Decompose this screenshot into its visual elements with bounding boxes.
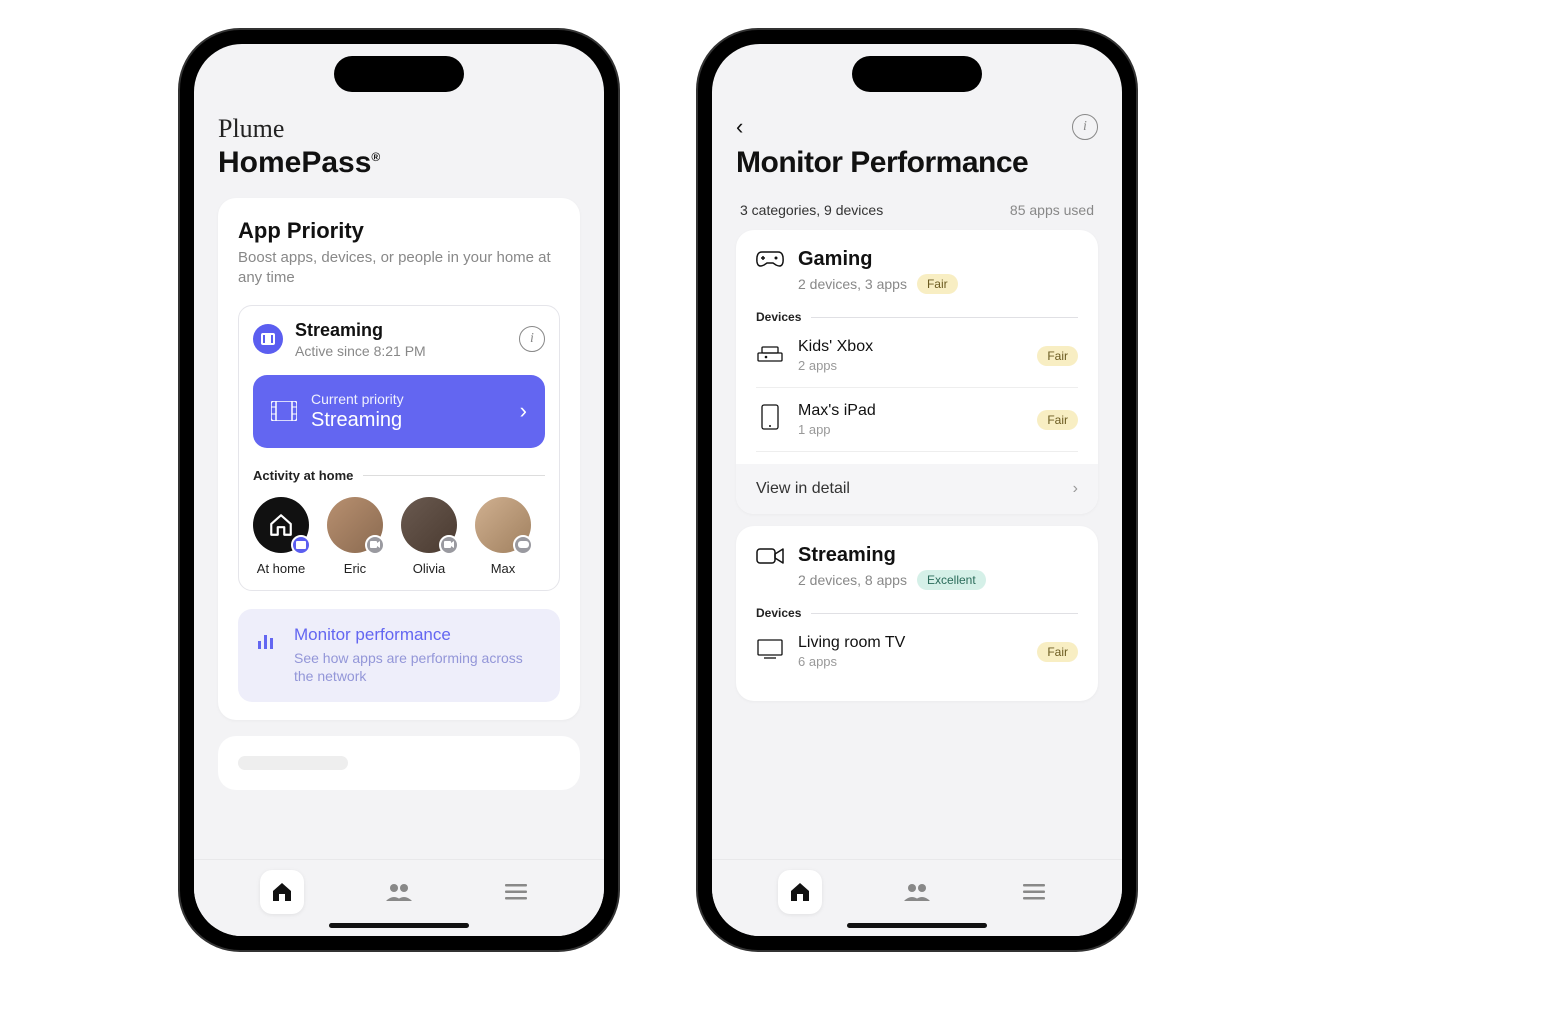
devices-label: Devices	[756, 310, 1078, 324]
gamepad-badge-icon	[513, 535, 533, 555]
person-name: Eric	[344, 561, 366, 576]
phone-frame-right: ‹ i Monitor Performance 3 categories, 9 …	[698, 30, 1136, 950]
people-icon	[386, 883, 412, 901]
streaming-card: Streaming 2 devices, 8 apps Excellent De…	[736, 526, 1098, 701]
category-sub: 2 devices, 8 apps	[798, 572, 907, 588]
device-name: Living room TV	[798, 634, 905, 652]
person-olivia[interactable]: Olivia	[401, 497, 457, 576]
film-icon	[271, 401, 297, 421]
home-avatar	[253, 497, 309, 553]
priority-value: Streaming	[311, 409, 404, 432]
menu-icon	[1023, 884, 1045, 900]
status-badge: Fair	[917, 274, 958, 294]
person-name: Max	[491, 561, 516, 576]
tab-menu[interactable]	[1012, 870, 1056, 914]
screen-left: Plume HomePass® App Priority Boost apps,…	[194, 44, 604, 936]
video-icon	[756, 546, 784, 566]
category-sub: 2 devices, 3 apps	[798, 276, 907, 292]
tablet-icon	[756, 404, 784, 435]
tv-icon	[756, 638, 784, 665]
monitor-sub: See how apps are performing across the n…	[294, 649, 542, 687]
gamepad-icon	[756, 250, 784, 268]
skeleton-card	[218, 736, 580, 790]
home-icon	[788, 880, 812, 904]
view-detail-label: View in detail	[756, 480, 850, 498]
avatar	[327, 497, 383, 553]
status-badge: Fair	[1037, 410, 1078, 430]
phone-frame-left: Plume HomePass® App Priority Boost apps,…	[180, 30, 618, 950]
home-indicator	[847, 923, 987, 928]
brand-product: HomePass®	[218, 146, 580, 180]
category-title: Gaming	[798, 248, 958, 271]
people-icon	[904, 883, 930, 901]
device-sub: 2 apps	[798, 358, 873, 373]
tab-home[interactable]	[260, 870, 304, 914]
camera-badge-icon	[365, 535, 385, 555]
card-title: App Priority	[238, 218, 560, 244]
home-icon	[270, 880, 294, 904]
status-badge: Excellent	[917, 570, 986, 590]
console-icon	[756, 343, 784, 368]
registered-mark: ®	[371, 150, 380, 164]
device-name: Max's iPad	[798, 402, 876, 420]
info-icon[interactable]: i	[519, 326, 545, 352]
brand-product-text: HomePass	[218, 146, 371, 179]
home-icon	[268, 512, 294, 538]
person-name: Olivia	[413, 561, 446, 576]
device-sub: 6 apps	[798, 654, 905, 669]
current-priority-button[interactable]: Current priority Streaming ›	[253, 375, 545, 448]
streaming-sub: Active since 8:21 PM	[295, 343, 426, 359]
tab-people[interactable]	[895, 870, 939, 914]
tab-people[interactable]	[377, 870, 421, 914]
chevron-right-icon: ›	[1073, 480, 1078, 498]
status-badge: Fair	[1037, 642, 1078, 662]
person-name: At home	[257, 561, 305, 576]
camera-badge-icon	[439, 535, 459, 555]
monitor-performance-link[interactable]: Monitor performance See how apps are per…	[238, 609, 560, 703]
streaming-title: Streaming	[295, 320, 426, 341]
card-subtitle: Boost apps, devices, or people in your h…	[238, 248, 560, 289]
view-in-detail-button[interactable]: View in detail ›	[736, 464, 1098, 514]
person-eric[interactable]: Eric	[327, 497, 383, 576]
info-icon[interactable]: i	[1072, 114, 1098, 140]
chevron-right-icon: ›	[520, 398, 527, 424]
activity-label: Activity at home	[253, 468, 545, 483]
device-row-tv[interactable]: Living room TV 6 apps Fair	[756, 620, 1078, 683]
device-name: Kids' Xbox	[798, 338, 873, 356]
devices-label: Devices	[756, 606, 1078, 620]
tab-home[interactable]	[778, 870, 822, 914]
skeleton-line	[238, 756, 348, 770]
notch	[852, 56, 982, 92]
gaming-card: Gaming 2 devices, 3 apps Fair Devices Ki…	[736, 230, 1098, 514]
device-sub: 1 app	[798, 422, 876, 437]
categories-devices-count: 3 categories, 9 devices	[740, 202, 883, 218]
notch	[334, 56, 464, 92]
priority-label: Current priority	[311, 391, 404, 407]
device-row-xbox[interactable]: Kids' Xbox 2 apps Fair	[756, 324, 1078, 388]
menu-icon	[505, 884, 527, 900]
tab-menu[interactable]	[494, 870, 538, 914]
device-row-ipad[interactable]: Max's iPad 1 app Fair	[756, 388, 1078, 452]
streaming-subcard: Streaming Active since 8:21 PM i Current…	[238, 305, 560, 591]
avatar	[401, 497, 457, 553]
home-indicator	[329, 923, 469, 928]
streaming-icon	[253, 324, 283, 354]
avatar	[475, 497, 531, 553]
person-at-home[interactable]: At home	[253, 497, 309, 576]
apps-used-count: 85 apps used	[1010, 202, 1094, 218]
brand-name: Plume	[218, 114, 580, 144]
screen-right: ‹ i Monitor Performance 3 categories, 9 …	[712, 44, 1122, 936]
status-badge: Fair	[1037, 346, 1078, 366]
back-button[interactable]: ‹	[736, 114, 743, 140]
category-title: Streaming	[798, 544, 986, 567]
bars-icon	[256, 629, 278, 651]
person-max[interactable]: Max	[475, 497, 531, 576]
monitor-title: Monitor performance	[294, 625, 542, 645]
page-title: Monitor Performance	[736, 146, 1098, 180]
streaming-badge-icon	[291, 535, 311, 555]
app-priority-card: App Priority Boost apps, devices, or peo…	[218, 198, 580, 720]
